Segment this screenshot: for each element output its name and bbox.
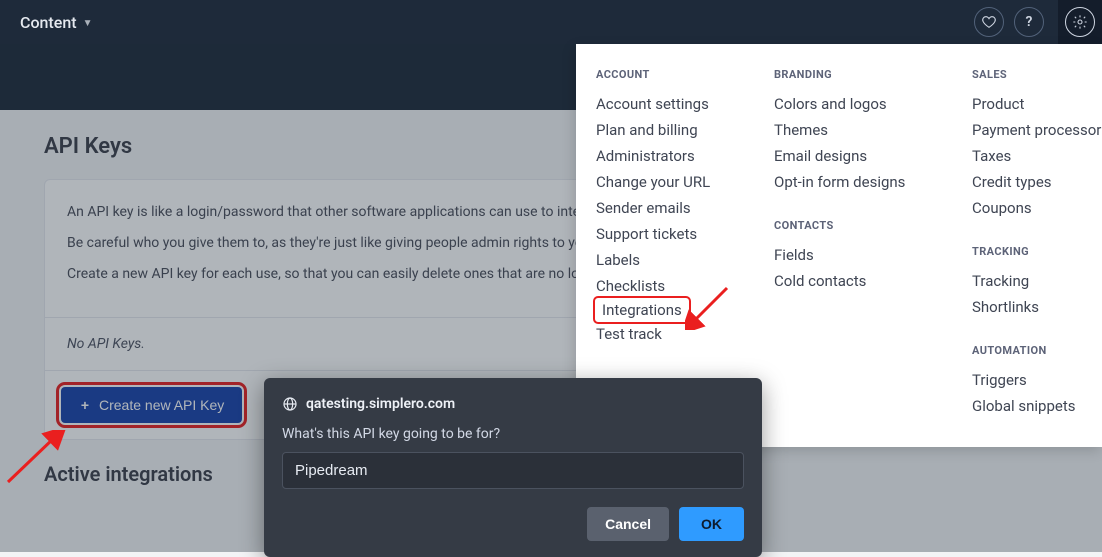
- menu-heading-account: ACCOUNT: [596, 68, 746, 81]
- menu-heading-automation: AUTOMATION: [972, 344, 1102, 357]
- settings-button-active[interactable]: [1058, 0, 1102, 44]
- create-api-key-label: Create new API Key: [99, 397, 224, 413]
- menu-heading-branding: BRANDING: [774, 68, 944, 81]
- menu-themes[interactable]: Themes: [774, 117, 944, 143]
- menu-colors-logos[interactable]: Colors and logos: [774, 91, 944, 117]
- menu-plan-billing[interactable]: Plan and billing: [596, 117, 746, 143]
- nav-content-dropdown[interactable]: Content ▼: [20, 13, 92, 32]
- menu-taxes[interactable]: Taxes: [972, 143, 1102, 169]
- menu-credit-types[interactable]: Credit types: [972, 169, 1102, 195]
- menu-optin-designs[interactable]: Opt-in form designs: [774, 169, 944, 195]
- menu-payment-processors[interactable]: Payment processors: [972, 117, 1102, 143]
- menu-email-designs[interactable]: Email designs: [774, 143, 944, 169]
- menu-triggers[interactable]: Triggers: [972, 367, 1102, 393]
- menu-global-snippets[interactable]: Global snippets: [972, 393, 1102, 419]
- api-key-name-input[interactable]: [282, 452, 744, 489]
- menu-fields[interactable]: Fields: [774, 242, 944, 268]
- ok-button[interactable]: OK: [679, 507, 744, 541]
- dialog-host-text: qatesting.simplero.com: [306, 396, 455, 412]
- create-api-key-button[interactable]: + Create new API Key: [61, 387, 242, 423]
- gear-icon: [1072, 14, 1088, 30]
- menu-heading-tracking: TRACKING: [972, 245, 1102, 258]
- topbar-actions: ?: [974, 0, 1090, 44]
- menu-account-settings[interactable]: Account settings: [596, 91, 746, 117]
- menu-heading-contacts: CONTACTS: [774, 219, 944, 232]
- dialog-label: What's this API key going to be for?: [282, 426, 744, 442]
- menu-heading-sales: SALES: [972, 68, 1102, 81]
- dialog-host: qatesting.simplero.com: [282, 396, 744, 412]
- globe-icon: [282, 396, 298, 412]
- menu-cold-contacts[interactable]: Cold contacts: [774, 268, 944, 294]
- nav-label: Content: [20, 13, 77, 32]
- menu-integrations[interactable]: Integrations: [596, 299, 688, 321]
- help-icon-button[interactable]: ?: [1014, 7, 1044, 37]
- caret-down-icon: ▼: [83, 18, 93, 29]
- menu-labels[interactable]: Labels: [596, 247, 746, 273]
- menu-checklists[interactable]: Checklists: [596, 273, 746, 299]
- menu-support-tickets[interactable]: Support tickets: [596, 221, 746, 247]
- plus-icon: +: [79, 397, 91, 413]
- heart-icon-button[interactable]: [974, 7, 1004, 37]
- heart-icon: [981, 14, 997, 30]
- cancel-button[interactable]: Cancel: [587, 507, 669, 541]
- topbar: Content ▼ ?: [0, 0, 1102, 44]
- menu-tracking[interactable]: Tracking: [972, 268, 1102, 294]
- create-api-key-dialog: qatesting.simplero.com What's this API k…: [264, 378, 762, 557]
- menu-administrators[interactable]: Administrators: [596, 143, 746, 169]
- menu-change-url[interactable]: Change your URL: [596, 169, 746, 195]
- menu-product[interactable]: Product: [972, 91, 1102, 117]
- help-icon: ?: [1026, 14, 1033, 30]
- menu-shortlinks[interactable]: Shortlinks: [972, 294, 1102, 320]
- menu-test-track[interactable]: Test track: [596, 321, 746, 347]
- menu-sender-emails[interactable]: Sender emails: [596, 195, 746, 221]
- annotation-highlight-create: + Create new API Key: [61, 387, 242, 423]
- menu-coupons[interactable]: Coupons: [972, 195, 1102, 221]
